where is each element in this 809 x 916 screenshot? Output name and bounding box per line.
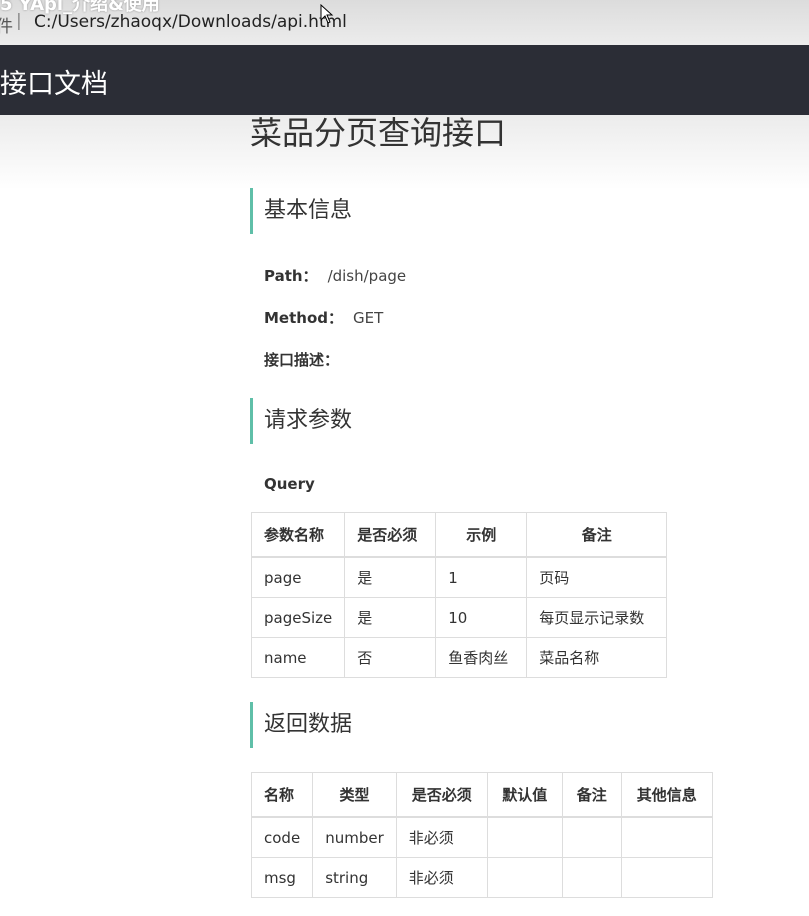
browser-address-bar: 5 YApi_介绍&使用 件 | C:/Users/zhaoqx/Downloa… [0,0,809,45]
table-row: name 否 鱼香肉丝 菜品名称 [250,637,668,678]
response-data-table: 名称 类型 是否必须 默认值 备注 其他信息 code number 非必须 m… [250,772,713,898]
table-cell [620,816,713,858]
path-label: Path： [264,267,318,285]
site-header: 接口文档 [0,45,809,115]
column-header: 默认值 [486,772,563,818]
table-cell: 页码 [526,556,668,598]
table-cell: 菜品名称 [526,637,668,678]
table-header-row: 名称 类型 是否必须 默认值 备注 其他信息 [250,772,713,818]
method-value: GET [353,309,384,327]
column-header: 名称 [250,772,314,818]
section-response-heading: 返回数据 [250,702,352,748]
table-cell: 每页显示记录数 [526,597,668,638]
column-header: 参数名称 [250,512,346,558]
table-cell: 非必须 [395,816,488,858]
table-cell: 非必须 [395,857,488,898]
table-header-row: 参数名称 是否必须 示例 备注 [250,512,668,558]
table-cell: name [250,637,346,678]
section-basic-info-heading: 基本信息 [250,188,352,234]
column-header: 其他信息 [620,772,713,818]
table-cell: pageSize [250,597,346,638]
request-params-table: 参数名称 是否必须 示例 备注 page 是 1 页码 pageSize 是 1… [250,512,668,678]
site-title: 接口文档 [0,69,108,100]
section-request-heading: 请求参数 [250,398,352,444]
page: 5 YApi_介绍&使用 件 | C:/Users/zhaoqx/Downloa… [0,0,809,916]
description-line: 接口描述： [264,349,339,370]
table-cell [620,857,713,898]
table-row: pageSize 是 10 每页显示记录数 [250,597,668,638]
table-cell: page [250,556,346,598]
table-cell: 1 [435,556,528,598]
table-cell [486,816,563,858]
description-label: 接口描述： [264,351,340,369]
column-header: 是否必须 [395,772,488,818]
table-cell [561,816,622,858]
path-line: Path： /dish/page [264,265,406,286]
table-cell [561,857,622,898]
table-cell: msg [250,857,314,898]
table-cell [486,857,563,898]
query-subheading: Query [264,475,315,493]
table-cell: 否 [344,637,437,678]
column-header: 是否必须 [344,512,437,558]
address-prefix: 件 [0,17,13,37]
table-cell: 鱼香肉丝 [435,637,528,678]
address-separator: | [16,11,22,31]
table-row: page 是 1 页码 [250,556,668,598]
table-cell: 10 [435,597,528,638]
table-cell: 是 [344,556,437,598]
mouse-cursor-icon [320,4,334,24]
table-cell: string [312,857,397,898]
table-cell: 是 [344,597,437,638]
doc-title: 菜品分页查询接口 [250,114,507,152]
table-cell: code [250,816,314,858]
column-header: 示例 [435,512,528,558]
address-url-field[interactable]: C:/Users/zhaoqx/Downloads/api.html [34,12,347,32]
table-row: msg string 非必须 [250,857,713,898]
table-cell: number [312,816,397,858]
column-header: 类型 [312,772,397,818]
column-header: 备注 [526,512,668,558]
method-label: Method： [264,309,343,327]
column-header: 备注 [561,772,622,818]
path-value: /dish/page [327,267,407,285]
table-row: code number 非必须 [250,816,713,858]
method-line: Method： GET [264,307,383,328]
